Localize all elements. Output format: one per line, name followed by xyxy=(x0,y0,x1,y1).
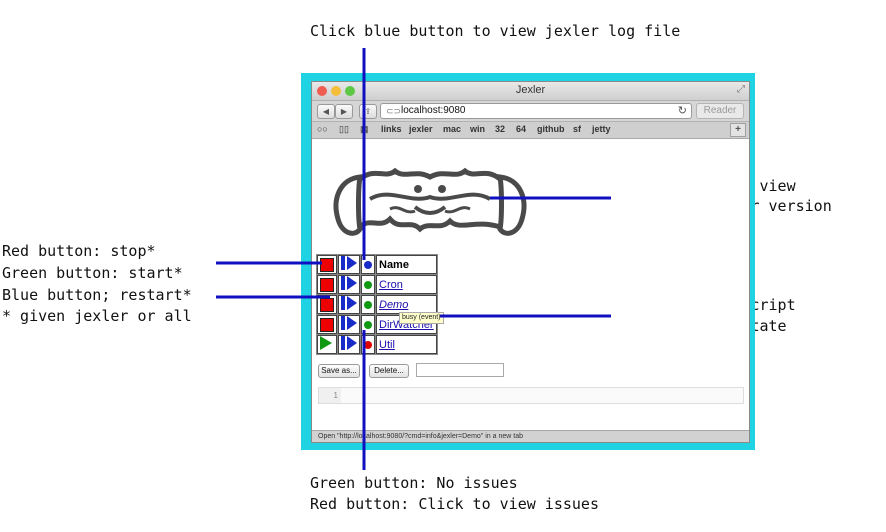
annotation-lines xyxy=(216,48,611,470)
